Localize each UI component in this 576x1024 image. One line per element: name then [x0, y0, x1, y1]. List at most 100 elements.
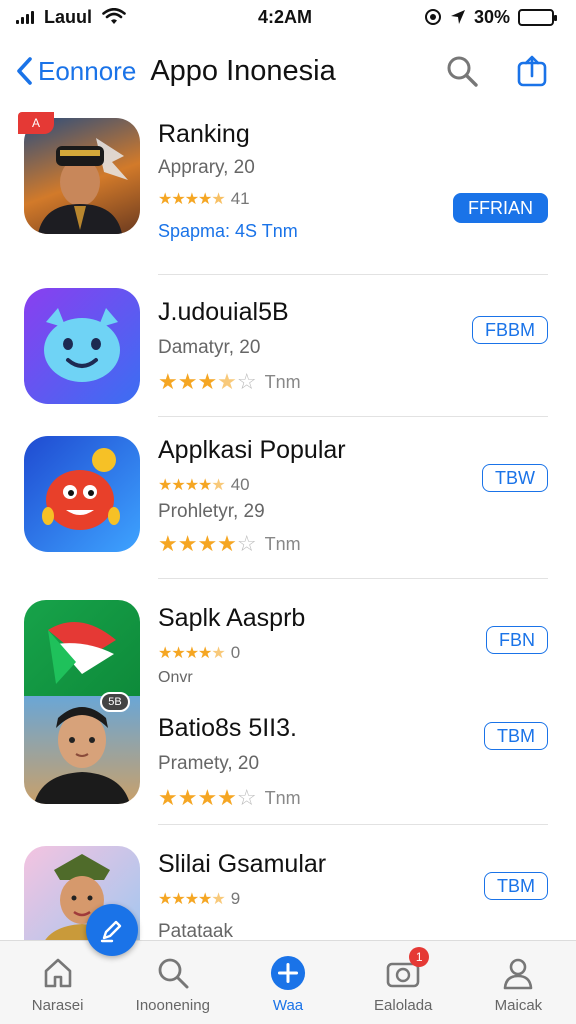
tab-search[interactable]: Inoonening: [115, 941, 230, 1024]
get-button[interactable]: TBW: [482, 464, 548, 492]
get-button[interactable]: FBN: [486, 626, 548, 654]
rating-count: 9: [230, 889, 241, 908]
back-button[interactable]: Eonnore: [14, 56, 136, 87]
tab-home[interactable]: Narasei: [0, 941, 115, 1024]
app-subtitle: Apprary, 20: [158, 157, 255, 178]
nav-actions: [444, 53, 550, 89]
get-button[interactable]: FFRIAN: [453, 193, 548, 223]
man-portrait-art: [34, 707, 130, 804]
get-button[interactable]: TBM: [484, 872, 548, 900]
tab-profile[interactable]: Maicak: [461, 941, 576, 1024]
green-app-icon[interactable]: [24, 600, 140, 696]
search-icon: [155, 955, 191, 991]
rating-stars: ★★★★ ★: [158, 645, 226, 662]
young-man-portrait-icon[interactable]: [24, 696, 140, 804]
battery-icon: [518, 8, 557, 26]
divider: [158, 578, 548, 579]
rating-stars-large: ★★★★ ☆: [158, 531, 257, 556]
get-button[interactable]: TBM: [484, 722, 548, 750]
app-name: Saplk Aasprb: [158, 604, 306, 632]
list-item[interactable]: Applkasi Popular ★★★★ ★ 40 Prohletyr, 29 …: [0, 436, 576, 566]
home-icon: [40, 955, 76, 991]
list-item[interactable]: Saplk Aasprb ★★★★ ★ 0 Onvr FBN: [0, 600, 576, 696]
edit-icon: [100, 920, 122, 943]
camera-icon: 1: [385, 947, 430, 991]
rating-line: ★★★★☆ Tnm: [158, 369, 301, 395]
search-button[interactable]: [444, 53, 480, 89]
app-subtitle: Prohletyr, 29: [158, 501, 265, 522]
divider: [158, 416, 548, 417]
rating-count: 41: [230, 189, 250, 208]
app-extra: Tnm: [264, 371, 301, 392]
tab-label: Waa: [272, 997, 304, 1014]
app-info: Ranking Apprary, 20 ★★★★ ★ 41 Spapma: 4S …: [158, 120, 298, 242]
app-name: Applkasi Popular: [158, 436, 346, 464]
app-name: Slilai Gsamular: [158, 850, 327, 878]
rating-stars: ★★★★ ★: [158, 477, 226, 494]
green-art: [48, 622, 116, 684]
rating-stars: ★★★★☆: [158, 785, 257, 810]
tab-label: Narasei: [31, 997, 84, 1014]
app-info: Slilai Gsamular ★★★★ ★ 9 Patataak: [158, 850, 326, 943]
battery-percent: 30%: [473, 6, 510, 27]
rating-line: ★★★★ ★ 41: [158, 189, 298, 209]
share-button[interactable]: [514, 53, 550, 89]
list-item[interactable]: A Ranking Apprary, 20 ★★★★ ★ 41 Spapma: 4…: [0, 112, 576, 268]
blue-creature-icon[interactable]: [24, 288, 140, 404]
app-info: Saplk Aasprb ★★★★ ★ 0 Onvr: [158, 604, 305, 687]
get-button[interactable]: FBBM: [471, 316, 548, 344]
tab-add[interactable]: Waa: [230, 941, 345, 1024]
app-badge: 5B: [100, 692, 130, 712]
status-time: 4:2AM: [258, 6, 313, 27]
carrier-label: Lauul: [44, 6, 92, 27]
app-subtitle: Onvr: [158, 669, 193, 686]
red-monster-icon[interactable]: [24, 436, 140, 552]
list-item[interactable]: 5B Batio8s 5II3. Pramety, 20 ★★★★ ☆ Tnm T…: [0, 692, 576, 810]
status-left: Lauul: [16, 7, 126, 28]
rating-count: 0: [230, 643, 241, 662]
tab-camera[interactable]: 1 Ealolada: [346, 941, 461, 1024]
rating-line: ★★★★ ★ 9: [158, 889, 326, 909]
rating-line: ★★★★☆ Tnm: [158, 785, 301, 811]
tab-label: Ealolada: [374, 997, 433, 1014]
app-extra: Spapma: 4S Tnm: [158, 221, 298, 241]
search-icon: [447, 56, 478, 87]
rating-line: ★★★★ ★ 0: [158, 643, 305, 663]
status-bar: Lauul 4:2AM 30%: [0, 0, 576, 34]
divider: [158, 274, 548, 275]
floating-action-button[interactable]: [86, 904, 138, 956]
rating-stars: ★★★★ ★: [158, 191, 226, 208]
app-name: J.udouial5B: [158, 298, 289, 326]
signal-icon: [16, 10, 34, 24]
rating-stars: ★★★★☆: [158, 369, 257, 394]
plus-icon: [270, 955, 306, 991]
status-right: 30%: [424, 6, 557, 28]
app-info: J.udouial5B Damatyr, 20 ★★★ ★ ☆ Tnm: [158, 298, 301, 395]
rating-count: 40: [230, 475, 250, 494]
portrait-icon[interactable]: [24, 118, 140, 234]
nav-bar: Eonnore Appo Inonesia: [0, 40, 576, 102]
app-name: Ranking: [158, 120, 250, 148]
chevron-left-icon: [17, 57, 32, 85]
orientation-lock-icon: [424, 9, 441, 25]
creature-art: [44, 308, 120, 382]
rating-line: ★★★★ ★ 40: [158, 475, 346, 495]
app-name: Batio8s 5II3.: [158, 714, 297, 742]
app-info: Batio8s 5II3. Pramety, 20 ★★★★ ☆ Tnm: [158, 714, 301, 811]
portrait-art: [38, 138, 128, 234]
app-subtitle: Pramety, 20: [158, 753, 260, 774]
page-title: Appo Inonesia: [150, 54, 336, 87]
person-icon: [500, 955, 536, 991]
app-subtitle: Damatyr, 20: [158, 337, 261, 358]
rating-stars: ★★★★ ★: [158, 891, 226, 908]
share-icon: [517, 55, 547, 87]
app-extra: Tnm: [264, 533, 301, 554]
location-icon: [450, 10, 465, 24]
tab-bar: Narasei Inoonening Waa 1 Ealolada Maicak: [0, 940, 576, 1024]
app-extra: Tnm: [264, 787, 301, 808]
rating-line-2: ★★★★ ☆ Tnm: [158, 531, 346, 557]
list-item[interactable]: J.udouial5B Damatyr, 20 ★★★ ★ ☆ Tnm FBBM: [0, 288, 576, 418]
wifi-icon: [102, 8, 126, 24]
badge-icon: A: [18, 112, 54, 134]
divider: [158, 824, 548, 825]
